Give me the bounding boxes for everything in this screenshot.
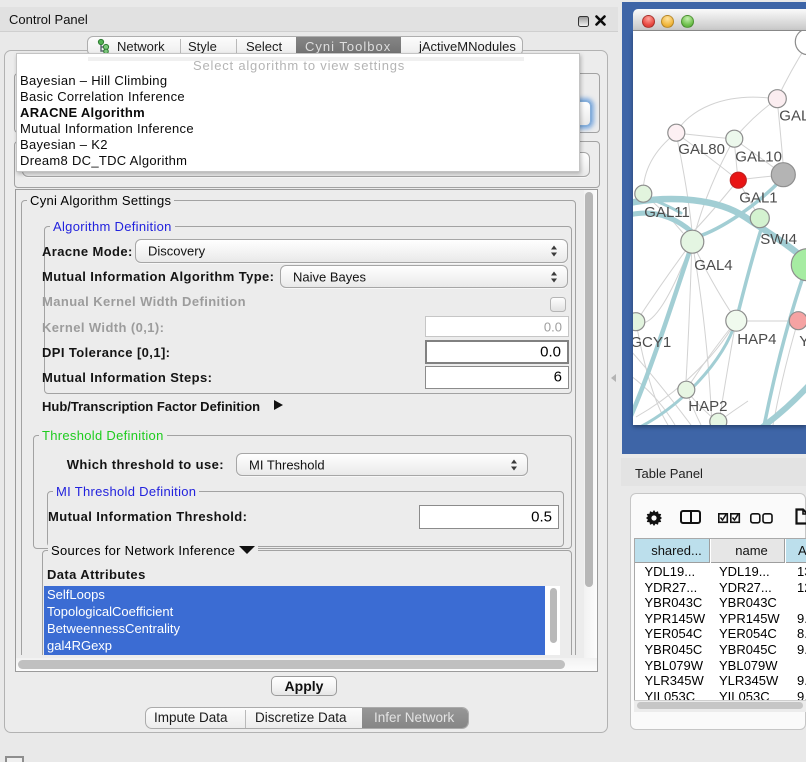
svg-text:Y: Y	[799, 333, 806, 350]
svg-text:HAP2: HAP2	[688, 398, 727, 415]
svg-text:GAL10: GAL10	[735, 149, 782, 166]
svg-text:GAL80: GAL80	[678, 141, 725, 158]
svg-text:GAL1: GAL1	[739, 190, 777, 207]
svg-text:GAL4: GAL4	[694, 257, 732, 274]
svg-text:GCY1: GCY1	[633, 334, 671, 351]
svg-text:HAP4: HAP4	[737, 331, 776, 348]
svg-text:GAL11: GAL11	[644, 204, 690, 221]
svg-text:GAL7: GAL7	[779, 108, 806, 125]
svg-text:SWI4: SWI4	[760, 231, 797, 248]
